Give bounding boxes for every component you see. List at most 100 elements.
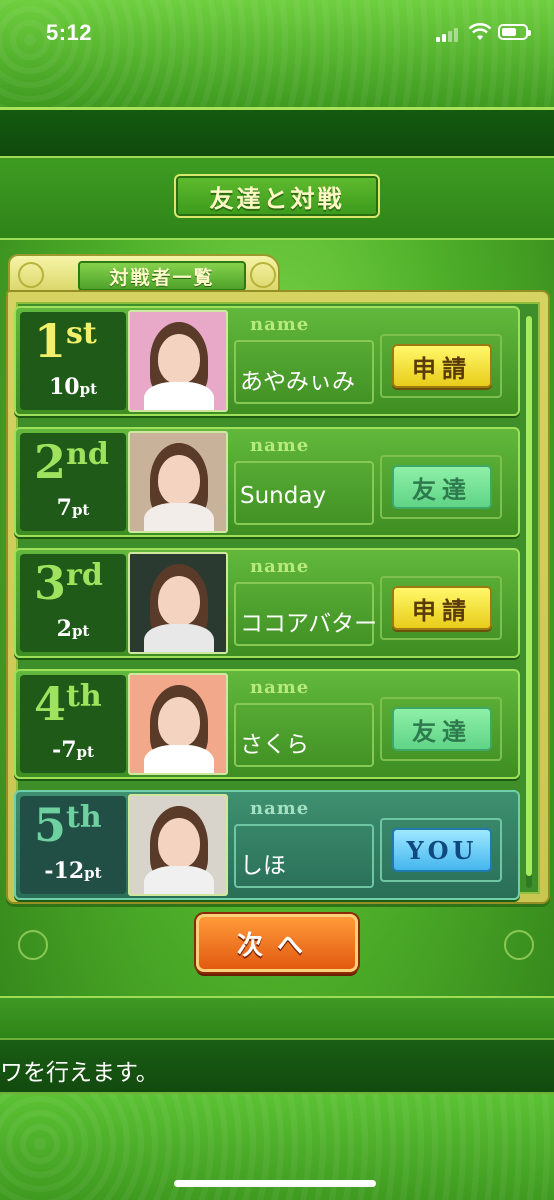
player-name-box: Sunday: [234, 461, 374, 525]
rank-suffix: nd: [66, 437, 109, 472]
list-scrollbar[interactable]: [526, 316, 532, 888]
photo-body: [144, 503, 214, 531]
points-value: 10: [48, 374, 80, 400]
rank-label: 2nd: [34, 435, 109, 489]
rank-suffix: st: [66, 316, 97, 351]
player-name-box: さくら: [234, 703, 374, 767]
status-bar: 5:12: [0, 0, 554, 62]
rank-label: 5th: [34, 798, 102, 852]
tab-ornament-right-icon: [250, 262, 276, 288]
message-text: ワを行えます。: [0, 1060, 159, 1086]
rank-label: 1st: [34, 314, 97, 368]
rank-box: 5th -12pt: [20, 796, 126, 894]
rank-number: 4: [34, 677, 67, 731]
player-photo[interactable]: [128, 431, 228, 533]
action-frame: 申請: [380, 576, 502, 640]
points-value: 7: [56, 495, 72, 521]
opponent-list-label-box: 対戦者一覧: [78, 261, 246, 291]
player-name: さくら: [240, 732, 309, 758]
name-field-label: name: [250, 435, 310, 456]
battery-icon: [498, 24, 531, 40]
name-area: name さくら: [234, 677, 380, 771]
name-field-label: name: [250, 677, 310, 698]
rank-number: 5: [34, 798, 67, 852]
points: -12pt: [20, 858, 126, 884]
action-frame: YOU: [380, 818, 502, 882]
player-photo[interactable]: [128, 673, 228, 775]
opponent-row[interactable]: 2nd 7pt name Sunday 友達: [14, 427, 520, 537]
player-name-box: しほ: [234, 824, 374, 888]
message-bar: ワを行えます。: [0, 1038, 554, 1094]
friend-status-button: 友達: [392, 707, 492, 751]
bottom-band: [0, 996, 554, 1038]
points-value: 2: [56, 616, 72, 642]
cellular-signal-icon: [436, 26, 462, 42]
points-value: -12: [44, 858, 85, 884]
rank-suffix: rd: [66, 558, 103, 593]
photo-body: [144, 624, 214, 652]
wifi-icon: [468, 22, 492, 40]
photo-face: [158, 334, 200, 384]
action-frame: 申請: [380, 334, 502, 398]
ornament-left-icon: [18, 930, 48, 960]
rank-number: 2: [34, 435, 67, 489]
photo-body: [144, 382, 214, 410]
photo-face: [158, 818, 200, 868]
rank-label: 4th: [34, 677, 102, 731]
ornament-right-icon: [504, 930, 534, 960]
player-photo[interactable]: [128, 310, 228, 412]
points: -7pt: [20, 737, 126, 763]
name-field-label: name: [250, 556, 310, 577]
points: 7pt: [20, 495, 126, 521]
points-value: -7: [52, 737, 77, 763]
points-unit: pt: [84, 864, 102, 882]
page-title: 友達と対戦: [209, 183, 345, 213]
player-photo[interactable]: [128, 552, 228, 654]
photo-face: [158, 697, 200, 747]
rank-suffix: th: [66, 800, 102, 835]
photo-body: [144, 745, 214, 773]
player-photo[interactable]: [128, 794, 228, 896]
opponent-row[interactable]: 4th -7pt name さくら 友達: [14, 669, 520, 779]
points: 2pt: [20, 616, 126, 642]
photo-face: [158, 455, 200, 505]
tab-ornament-left-icon: [18, 262, 44, 288]
rank-label: 3rd: [34, 556, 103, 610]
next-button[interactable]: 次へ: [196, 914, 358, 972]
page-title-plate: 友達と対戦: [174, 174, 380, 218]
rank-box: 3rd 2pt: [20, 554, 126, 652]
opponent-row[interactable]: 3rd 2pt name ココアバター 申請: [14, 548, 520, 658]
opponent-row[interactable]: 5th -12pt name しほ YOU: [14, 790, 520, 900]
points-unit: pt: [79, 380, 98, 398]
you-badge: YOU: [392, 828, 492, 872]
opponent-list-tab: 対戦者一覧: [8, 254, 280, 294]
player-name: あやみぃみ: [240, 369, 355, 395]
list-scroll-thumb[interactable]: [526, 316, 532, 876]
friend-request-button[interactable]: 申請: [392, 344, 492, 388]
friend-status-button: 友達: [392, 465, 492, 509]
name-field-label: name: [250, 798, 310, 819]
player-name-box: ココアバター: [234, 582, 378, 646]
rank-number: 3: [34, 556, 67, 610]
action-frame: 友達: [380, 697, 502, 761]
photo-face: [158, 576, 200, 626]
friend-request-button[interactable]: 申請: [392, 586, 492, 630]
opponent-list-title: 対戦者一覧: [109, 266, 215, 289]
player-name-box: あやみぃみ: [234, 340, 374, 404]
player-name: ココアバター: [240, 611, 378, 637]
rank-suffix: th: [66, 679, 102, 714]
name-area: name Sunday: [234, 435, 380, 529]
status-time: 5:12: [46, 20, 93, 45]
player-name: Sunday: [240, 483, 327, 509]
home-indicator[interactable]: [174, 1180, 376, 1187]
photo-body: [144, 866, 214, 894]
rank-box: 1st 10pt: [20, 312, 126, 410]
points-unit: pt: [71, 501, 90, 519]
name-area: name ココアバター: [234, 556, 380, 650]
points-unit: pt: [76, 743, 94, 761]
rank-box: 2nd 7pt: [20, 433, 126, 531]
next-area: 次へ: [6, 906, 550, 996]
opponent-row[interactable]: 1st 10pt name あやみぃみ 申請: [14, 306, 520, 416]
name-area: name しほ: [234, 798, 380, 892]
rank-number: 1: [34, 314, 67, 368]
